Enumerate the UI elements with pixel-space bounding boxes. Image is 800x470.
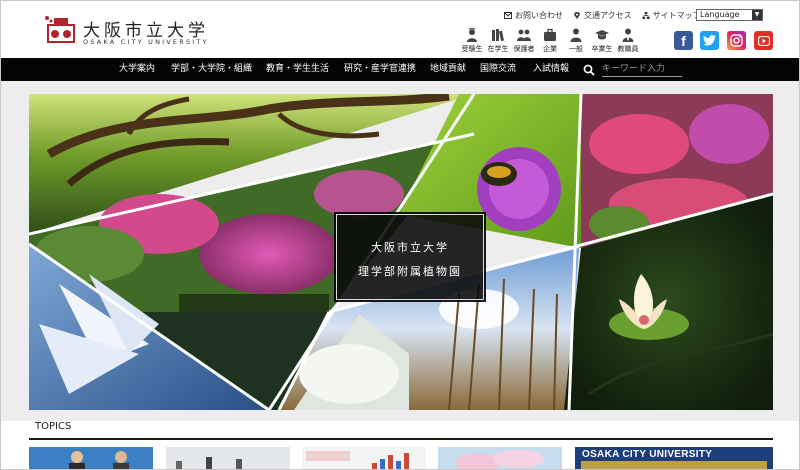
youtube-play-icon (757, 35, 770, 46)
topic-thumb-1[interactable] (29, 447, 153, 469)
nav-education[interactable]: 教育・学生生活 (266, 58, 329, 81)
nav-faculties[interactable]: 学部・大学院・組織 (171, 58, 252, 81)
instagram-camera-icon (730, 34, 743, 47)
topic-thumb-3[interactable] (302, 447, 426, 469)
audience-examinee[interactable]: 受験生 (459, 28, 485, 54)
graduation-cap-icon (595, 30, 609, 40)
search-icon[interactable] (583, 64, 595, 76)
audience-general-label: 一般 (569, 45, 583, 53)
hero-caption-box[interactable]: 大阪市立大学 理学部附属植物園 (334, 212, 486, 302)
contact-link-label: お問い合わせ (515, 11, 563, 20)
access-link[interactable]: 交通アクセス (573, 10, 632, 21)
page-frame: 大阪市立大学 OSAKA CITY UNIVERSITY お問い合わせ 交通アク… (0, 0, 800, 470)
audience-company-label: 企業 (543, 45, 557, 53)
audience-staff[interactable]: 教職員 (615, 28, 641, 54)
hero-caption-line1: 大阪市立大学 (371, 241, 449, 254)
global-nav: 大学案内 学部・大学院・組織 教育・学生生活 研究・産学官連携 地域貢献 国際交… (1, 58, 799, 81)
chevron-down-icon: ▼ (752, 10, 762, 20)
topic-thumb-4[interactable] (438, 447, 562, 469)
access-link-label: 交通アクセス (584, 11, 632, 20)
audience-company[interactable]: 企業 (537, 28, 563, 54)
hero-collage[interactable]: 大阪市立大学 理学部附属植物園 (29, 94, 773, 410)
nav-international[interactable]: 国際交流 (480, 58, 516, 81)
topic-thumb-3-image (302, 447, 426, 469)
mail-icon (504, 12, 512, 19)
language-select[interactable]: Language ▼ (696, 9, 763, 21)
audience-parents[interactable]: 保護者 (511, 28, 537, 54)
language-select-label: Language (700, 10, 740, 19)
map-pin-icon (574, 12, 580, 19)
briefcase-icon (544, 28, 556, 41)
twitter-icon[interactable] (700, 31, 719, 50)
nav-community[interactable]: 地域貢献 (430, 58, 466, 81)
sitemap-link-label: サイトマップ (652, 11, 701, 20)
nav-research[interactable]: 研究・産学官連携 (344, 58, 416, 81)
instagram-icon[interactable] (727, 31, 746, 50)
sitemap-link[interactable]: サイトマップ (642, 10, 701, 21)
nav-about[interactable]: 大学案内 (119, 58, 155, 81)
facebook-icon[interactable]: f (674, 31, 693, 50)
topic-thumb-2[interactable] (166, 447, 290, 469)
utility-links: お問い合わせ 交通アクセス サイトマップ (504, 10, 701, 21)
logo-title-en: OSAKA CITY UNIVERSITY (83, 38, 209, 46)
hero-caption-line2: 理学部附属植物園 (358, 265, 462, 278)
audience-alumni[interactable]: 卒業生 (589, 28, 615, 54)
audience-student-label: 在学生 (487, 45, 509, 53)
audience-general[interactable]: 一般 (563, 28, 589, 54)
topics-heading: TOPICS (35, 421, 72, 432)
sitemap-icon (642, 12, 650, 19)
ocu-banner-title: OSAKA CITY UNIVERSITY (582, 449, 713, 460)
ocu-banner[interactable]: OSAKA CITY UNIVERSITY (575, 447, 773, 469)
staff-icon (622, 28, 634, 42)
twitter-bird-icon (703, 35, 716, 46)
contact-link[interactable]: お問い合わせ (504, 10, 563, 21)
audience-examinee-label: 受験生 (461, 45, 483, 53)
parents-icon (517, 29, 531, 41)
youtube-icon[interactable] (754, 31, 773, 50)
audience-parents-label: 保護者 (513, 45, 535, 53)
topic-thumb-1-image (29, 447, 153, 469)
university-logo[interactable]: 大阪市立大学 OSAKA CITY UNIVERSITY (45, 15, 215, 47)
audience-staff-label: 教職員 (617, 45, 639, 53)
nav-admissions[interactable]: 入試情報 (533, 58, 569, 81)
audience-student[interactable]: 在学生 (485, 28, 511, 54)
search-input[interactable] (602, 62, 682, 77)
topic-thumb-2-image (166, 447, 290, 469)
ocu-banner-subline (581, 461, 767, 469)
audience-nav: 受験生 在学生 保護者 企業 一般 卒業生 教職員 (459, 28, 641, 54)
audience-alumni-label: 卒業生 (591, 45, 613, 53)
logo-mark-icon (45, 16, 75, 43)
examinee-icon (467, 28, 477, 42)
topic-thumb-4-image (438, 447, 562, 469)
person-icon (570, 28, 582, 42)
topics-divider (29, 438, 773, 440)
books-icon (492, 29, 504, 42)
